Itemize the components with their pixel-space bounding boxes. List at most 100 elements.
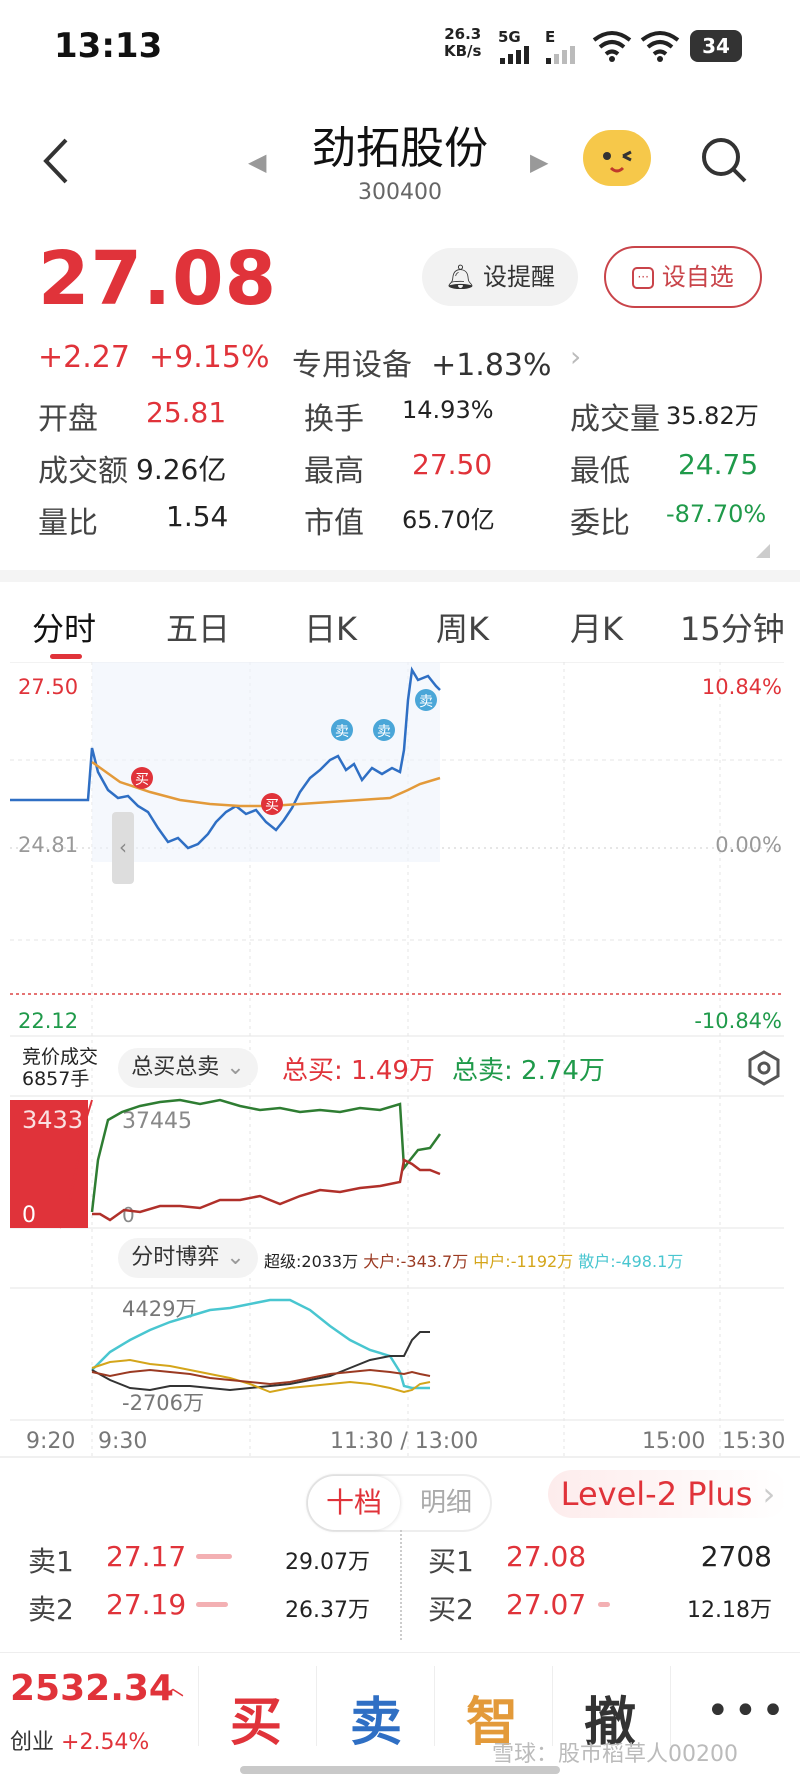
- price-axis-low: 22.12: [18, 1009, 78, 1033]
- price-change-pct: +9.15%: [149, 340, 270, 375]
- signal-bars-weak-icon: [546, 46, 580, 68]
- triangle-left-icon[interactable]: ◀: [248, 148, 266, 176]
- home-indicator[interactable]: [240, 1766, 560, 1774]
- ask1-volume: 29.07万: [285, 1550, 370, 1575]
- game-select-label: 分时博弈: [131, 1245, 220, 1270]
- sell-marker[interactable]: 卖: [331, 719, 353, 741]
- sector-name: 专用设备: [292, 348, 412, 383]
- set-alert-button[interactable]: 🔔︎ 设提醒: [422, 248, 578, 306]
- current-price: 27.08: [38, 236, 278, 322]
- stat-volume-label: 成交量: [570, 402, 660, 437]
- pct-axis-low: -10.84%: [694, 1009, 782, 1033]
- buy-marker[interactable]: 买: [261, 793, 283, 815]
- time-label-0930: 9:30: [98, 1429, 147, 1454]
- ask2-volume-bar: [196, 1602, 228, 1607]
- indicator-select-game[interactable]: 分时博弈 ⌄: [118, 1238, 258, 1278]
- stock-code: 300400: [358, 180, 442, 205]
- bar-divider: [552, 1666, 553, 1746]
- ask1-label: 卖1: [28, 1545, 74, 1578]
- buysell-axis-bottom: 0: [122, 1203, 135, 1227]
- expand-corner-icon[interactable]: [756, 544, 770, 558]
- watchlist-icon: ···: [632, 267, 655, 289]
- time-label-0920: 9:20: [26, 1429, 75, 1454]
- tab-active-indicator: [50, 654, 82, 659]
- sell-button[interactable]: 卖: [350, 1680, 402, 1755]
- chevron-right-icon[interactable]: ›: [570, 340, 581, 373]
- index-name: 创业: [10, 1730, 55, 1755]
- legend-super: 超级:2033万: [264, 1252, 359, 1271]
- ask1-volume-bar: [196, 1554, 232, 1559]
- time-label-midday: 11:30 / 13:00: [330, 1429, 478, 1454]
- stat-high-value: 27.50: [412, 448, 493, 481]
- auction-volume-label: 竞价成交 6857手: [22, 1046, 98, 1090]
- sector-info[interactable]: 专用设备 +1.83%: [292, 340, 552, 384]
- stat-ratio-value: 1.54: [166, 500, 229, 533]
- index-info[interactable]: 创业 +2.54%: [10, 1724, 149, 1756]
- retail-line: [91, 1368, 431, 1386]
- buy-button[interactable]: 买: [230, 1680, 282, 1755]
- settings-icon[interactable]: [746, 1050, 782, 1086]
- net-speed-unit: KB/s: [444, 42, 482, 60]
- wifi-icon-2: [640, 30, 680, 66]
- chevron-right-icon: ›: [762, 1475, 776, 1513]
- bar-divider: [316, 1666, 317, 1746]
- stat-open-value: 25.81: [146, 396, 227, 429]
- more-icon[interactable]: •••: [706, 1688, 789, 1734]
- mascot-avatar[interactable]: [583, 130, 651, 186]
- stat-mktcap-label: 市值: [304, 506, 364, 541]
- sell-marker-label: 卖: [377, 724, 391, 740]
- bid1-label: 买1: [428, 1545, 474, 1578]
- ask2-label: 卖2: [28, 1593, 74, 1626]
- status-bar: 13:13 26.3 KB/s 5G E 34: [0, 0, 800, 92]
- auction-axis-top: 3433: [22, 1106, 83, 1134]
- add-watchlist-label: 设自选: [661, 263, 734, 291]
- index-value[interactable]: 2532.34: [10, 1668, 174, 1709]
- tab-15min[interactable]: 15分钟: [680, 604, 785, 650]
- stat-bidratio-value: -87.70%: [666, 500, 767, 528]
- stat-open-label: 开盘: [38, 402, 98, 437]
- chevron-left-small-icon: ‹: [119, 835, 127, 859]
- price-area-fill: [92, 662, 440, 862]
- chevron-up-icon[interactable]: ︿: [162, 1670, 184, 1702]
- tab-weekly-k[interactable]: 周K: [436, 604, 489, 650]
- tab-detail[interactable]: 明细: [400, 1476, 492, 1530]
- auction-label-line2: 6857手: [22, 1068, 90, 1090]
- stat-volume-value: 35.82万: [666, 402, 759, 430]
- search-icon[interactable]: [700, 136, 748, 184]
- tab-daily-k[interactable]: 日K: [304, 604, 357, 650]
- tab-five-day[interactable]: 五日: [166, 604, 230, 650]
- stat-turnover-value: 14.93%: [402, 396, 494, 424]
- wifi-icon: [592, 30, 632, 66]
- triangle-right-icon[interactable]: ▶: [530, 148, 548, 176]
- tab-ten-level[interactable]: 十档: [308, 1476, 400, 1530]
- tab-monthly-k[interactable]: 月K: [570, 604, 623, 650]
- buysell-select-label: 总买总卖: [131, 1055, 220, 1080]
- total-buy: 总买: 1.49万: [282, 1056, 435, 1086]
- sell-marker[interactable]: 卖: [373, 719, 395, 741]
- signal-bars-icon: [500, 46, 534, 68]
- orderbook-mode-toggle[interactable]: 十档 明细: [306, 1474, 492, 1532]
- indicator-select-buysell[interactable]: 总买总卖 ⌄: [118, 1048, 258, 1088]
- buy-marker[interactable]: 买: [131, 767, 153, 789]
- time-label-1500: 15:00: [642, 1429, 705, 1454]
- stat-amount-value: 9.26亿: [136, 453, 227, 486]
- chevron-left-icon[interactable]: [40, 136, 70, 194]
- auction-axis-bottom: 0: [22, 1203, 36, 1228]
- bid2-volume-bar: [598, 1602, 610, 1607]
- stat-amount-label: 成交额: [38, 454, 128, 489]
- flow-legend: 超级:2033万 大户:-343.7万 中户:-1192万 散户:-498.1万: [264, 1248, 683, 1272]
- sector-change: +1.83%: [431, 348, 552, 383]
- level2-plus-button[interactable]: Level-2 Plus ›: [548, 1470, 788, 1518]
- signal-e-label: E: [545, 28, 556, 46]
- large-line: [91, 1331, 430, 1392]
- legend-large: 大户:-343.7万: [363, 1252, 469, 1271]
- watermark: 雪球：股市稻草人00200: [492, 1742, 738, 1767]
- legend-retail: 散户:-498.1万: [578, 1252, 684, 1271]
- orderbook-separator: [400, 1530, 402, 1640]
- sell-marker[interactable]: 卖: [415, 689, 437, 711]
- tab-intraday[interactable]: 分时: [32, 604, 96, 650]
- total-sell: 总卖: 2.74万: [452, 1056, 605, 1086]
- sell-marker-label: 卖: [335, 724, 349, 740]
- stat-bidratio-label: 委比: [570, 506, 630, 541]
- add-watchlist-button[interactable]: ··· 设自选: [604, 246, 762, 308]
